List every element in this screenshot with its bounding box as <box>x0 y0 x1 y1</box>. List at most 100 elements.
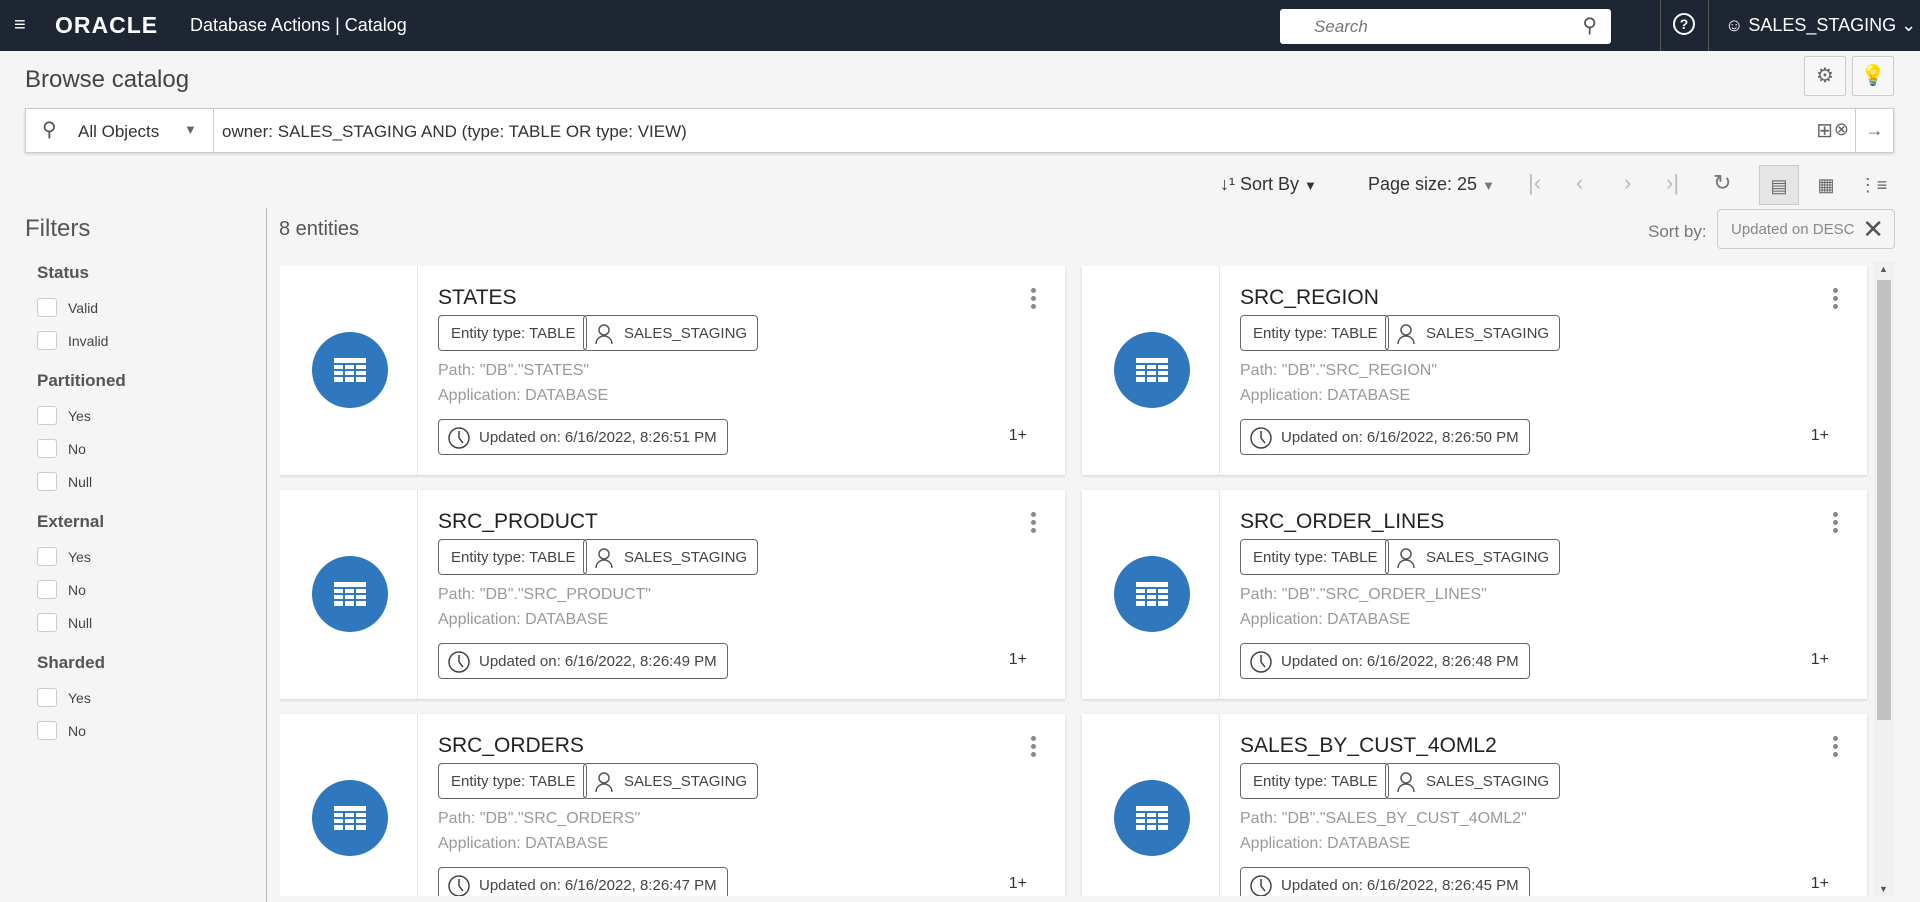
list-view-button[interactable]: ⋮≡ <box>1853 165 1893 205</box>
more-count[interactable]: 1+ <box>1009 651 1027 669</box>
more-actions-icon[interactable] <box>1031 288 1037 312</box>
next-page-button[interactable]: › <box>1624 170 1631 196</box>
help-icon[interactable]: ? <box>1673 13 1695 35</box>
more-count[interactable]: 1+ <box>1009 875 1027 893</box>
entity-name[interactable]: SRC_ORDERS <box>438 734 584 758</box>
card-view-button[interactable]: ▤ <box>1759 165 1799 205</box>
run-query-button[interactable]: → <box>1855 109 1893 152</box>
checkbox[interactable] <box>37 721 57 740</box>
filter-option-label: Invalid <box>68 332 109 349</box>
filter-option[interactable]: Null <box>37 606 267 639</box>
scope-select[interactable]: ⚲ All Objects ▼ <box>26 109 214 152</box>
more-count[interactable]: 1+ <box>1811 875 1829 893</box>
entity-name[interactable]: SRC_REGION <box>1240 286 1379 310</box>
more-count[interactable]: 1+ <box>1811 427 1829 445</box>
entity-card[interactable]: SRC_PRODUCT Entity type: TABLE SALES_STA… <box>280 490 1065 699</box>
more-actions-icon[interactable] <box>1031 512 1037 536</box>
filter-option[interactable]: Yes <box>37 681 267 714</box>
sort-chip-label: Updated on DESC <box>1731 221 1855 238</box>
table-icon <box>312 332 388 408</box>
checkbox[interactable] <box>37 439 57 458</box>
filter-option[interactable]: Null <box>37 465 267 498</box>
updated-on: Updated on: 6/16/2022, 8:26:49 PM <box>479 653 717 670</box>
owner-name: SALES_STAGING <box>1426 325 1550 342</box>
filter-option-label: Valid <box>68 299 99 316</box>
more-actions-icon[interactable] <box>1833 288 1839 312</box>
user-menu[interactable]: ☺ SALES_STAGING ⌄ <box>1725 15 1916 36</box>
add-table-filter-icon[interactable]: ⊞ <box>1816 118 1833 143</box>
table-icon <box>1114 556 1190 632</box>
entity-card[interactable]: SRC_REGION Entity type: TABLE SALES_STAG… <box>1082 266 1867 475</box>
checkbox[interactable] <box>37 547 57 566</box>
remove-sort-icon[interactable]: ✕ <box>1862 214 1884 245</box>
chevron-down-icon: ⌄ <box>1896 15 1917 35</box>
grid-view-button[interactable]: ▦ <box>1806 165 1846 205</box>
filter-option[interactable]: Invalid <box>37 324 267 357</box>
entity-name[interactable]: SRC_ORDER_LINES <box>1240 510 1444 534</box>
scrollbar-thumb[interactable] <box>1877 280 1891 720</box>
refresh-icon[interactable]: ↻ <box>1713 170 1731 196</box>
table-icon <box>1114 780 1190 856</box>
checkbox[interactable] <box>37 298 57 317</box>
filter-group-status: Status Valid Invalid <box>25 263 267 357</box>
sort-by-dropdown[interactable]: ↓¹ Sort By ▼ <box>1220 174 1317 195</box>
entity-card[interactable]: SRC_ORDERS Entity type: TABLE SALES_STAG… <box>280 714 1065 896</box>
scope-value: All Objects <box>78 122 160 141</box>
card-icon-pane <box>1082 714 1220 896</box>
filter-group-label: Sharded <box>37 653 106 672</box>
entity-name[interactable]: SALES_BY_CUST_4OML2 <box>1240 734 1497 758</box>
card-icon-pane <box>280 714 418 896</box>
card-view-icon: ▤ <box>1770 176 1788 196</box>
table-grid-icon: ▦ <box>1817 175 1835 195</box>
global-search-input[interactable]: Search ⚲ <box>1280 9 1611 44</box>
entity-card[interactable]: SALES_BY_CUST_4OML2 Entity type: TABLE S… <box>1082 714 1867 896</box>
lightbulb-icon: 💡 <box>1860 65 1886 87</box>
entity-name[interactable]: STATES <box>438 286 517 310</box>
checkbox[interactable] <box>37 406 57 425</box>
scroll-up-icon[interactable]: ▲ <box>1879 264 1888 274</box>
entity-card[interactable]: SRC_ORDER_LINES Entity type: TABLE SALES… <box>1082 490 1867 699</box>
filter-option[interactable]: Yes <box>37 399 267 432</box>
entity-count: 8 entities <box>279 218 360 240</box>
filters-title: Filters <box>25 215 91 242</box>
dropdown-arrow-icon: ▼ <box>1482 178 1495 193</box>
previous-page-button[interactable]: ‹ <box>1576 170 1583 196</box>
settings-button[interactable]: ⚙ <box>1804 56 1846 96</box>
filter-option[interactable]: Valid <box>37 291 267 324</box>
entity-card[interactable]: STATES Entity type: TABLE SALES_STAGING … <box>280 266 1065 475</box>
filter-option-label: Null <box>68 473 93 490</box>
updated-badge: Updated on: 6/16/2022, 8:26:48 PM <box>1240 643 1530 679</box>
filter-option[interactable]: No <box>37 432 267 465</box>
filter-option-label: Null <box>68 614 93 631</box>
filter-group-partitioned: Partitioned Yes No Null <box>25 371 267 498</box>
filter-option-label: Yes <box>68 548 91 565</box>
page-size-dropdown[interactable]: Page size: 25 ▼ <box>1368 174 1495 195</box>
scrollbar[interactable]: ▲ ▼ <box>1874 262 1894 896</box>
more-actions-icon[interactable] <box>1031 736 1037 760</box>
checkbox[interactable] <box>37 613 57 632</box>
query-input[interactable]: owner: SALES_STAGING AND (type: TABLE OR… <box>222 122 687 142</box>
filter-option[interactable]: Yes <box>37 540 267 573</box>
scroll-down-icon[interactable]: ▼ <box>1879 884 1888 894</box>
filter-option[interactable]: No <box>37 573 267 606</box>
filter-option[interactable]: No <box>37 714 267 747</box>
checkbox[interactable] <box>37 472 57 491</box>
search-icon[interactable]: ⚲ <box>1582 13 1597 38</box>
checkbox[interactable] <box>37 580 57 599</box>
more-actions-icon[interactable] <box>1833 512 1839 536</box>
last-page-button[interactable]: ›| <box>1666 170 1679 196</box>
updated-on: Updated on: 6/16/2022, 8:26:47 PM <box>479 877 717 894</box>
entity-name[interactable]: SRC_PRODUCT <box>438 510 598 534</box>
tips-button[interactable]: 💡 <box>1852 56 1894 96</box>
top-bar: ≡ ORACLE Database Actions | Catalog Sear… <box>0 0 1920 51</box>
more-actions-icon[interactable] <box>1833 736 1839 760</box>
more-count[interactable]: 1+ <box>1811 651 1829 669</box>
hamburger-menu-icon[interactable]: ≡ <box>14 14 26 37</box>
first-page-button[interactable]: |‹ <box>1528 170 1541 196</box>
checkbox[interactable] <box>37 331 57 350</box>
checkbox[interactable] <box>37 688 57 707</box>
clear-query-icon[interactable]: ⊗ <box>1834 119 1849 140</box>
filter-option-label: Yes <box>68 689 91 706</box>
more-count[interactable]: 1+ <box>1009 427 1027 445</box>
updated-on: Updated on: 6/16/2022, 8:26:51 PM <box>479 429 717 446</box>
